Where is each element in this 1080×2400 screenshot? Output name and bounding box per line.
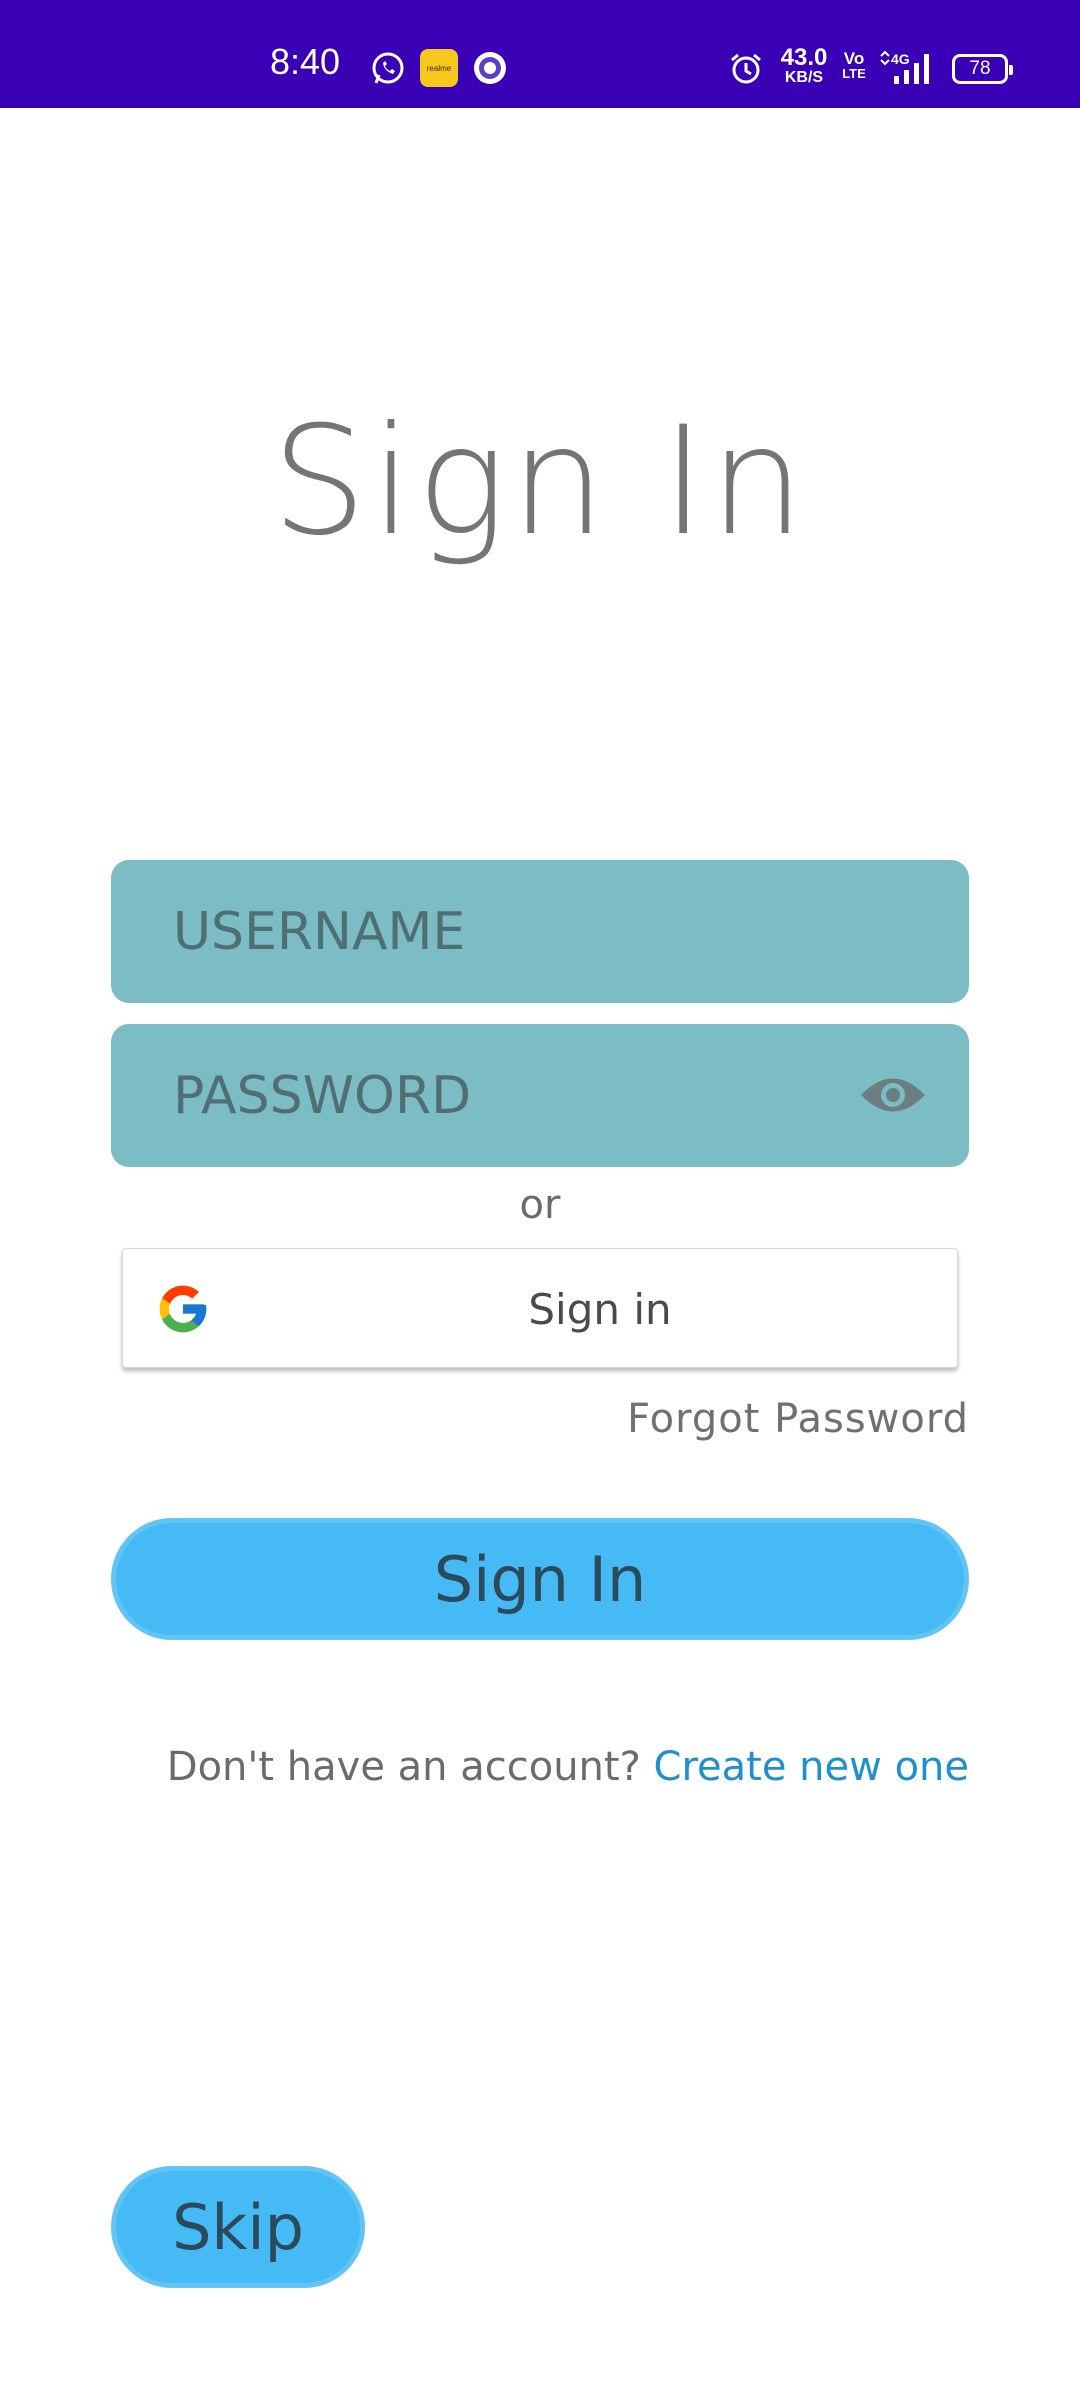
signup-row: Don't have an account? Create new one: [167, 1744, 969, 1790]
signal-icon: 4G: [880, 50, 929, 84]
app-badge-label: realme: [426, 63, 452, 73]
volte-bottom: LTE: [842, 66, 866, 81]
username-input[interactable]: [173, 860, 873, 1003]
network-speed-value: 43.0: [780, 44, 828, 71]
password-field[interactable]: [111, 1024, 969, 1167]
app-badge-icon: realme: [420, 49, 458, 87]
password-input[interactable]: [173, 1024, 873, 1167]
username-field[interactable]: [111, 860, 969, 1003]
status-bar: 8:40 realme 43.0 KB/S Vo LTE 4G 78: [0, 0, 1080, 108]
volte-top: Vo: [843, 49, 865, 68]
eye-icon[interactable]: [859, 1070, 927, 1120]
signup-prompt: Don't have an account?: [166, 1744, 641, 1790]
whatsapp-icon: [372, 52, 404, 84]
create-account-link[interactable]: Create new one: [654, 1744, 969, 1790]
status-time: 8:40: [270, 41, 341, 82]
skip-button[interactable]: Skip: [111, 2166, 365, 2288]
circle-app-icon: [474, 52, 506, 84]
volte-indicator: Vo LTE: [842, 50, 866, 80]
svg-text:4G: 4G: [891, 51, 910, 67]
battery-icon: 78: [952, 54, 1013, 84]
sign-in-button[interactable]: Sign In: [111, 1518, 969, 1640]
network-speed: 43.0 KB/S: [776, 46, 832, 86]
google-sign-in-label: Sign in: [528, 1284, 672, 1334]
google-sign-in-button[interactable]: Sign in: [122, 1248, 958, 1368]
network-speed-unit: KB/S: [784, 69, 824, 86]
battery-level: 78: [969, 58, 991, 79]
page-title: Sign In: [271, 395, 809, 569]
forgot-password-link[interactable]: Forgot Password: [627, 1396, 969, 1442]
or-label: or: [519, 1182, 561, 1228]
alarm-icon: [731, 53, 761, 84]
